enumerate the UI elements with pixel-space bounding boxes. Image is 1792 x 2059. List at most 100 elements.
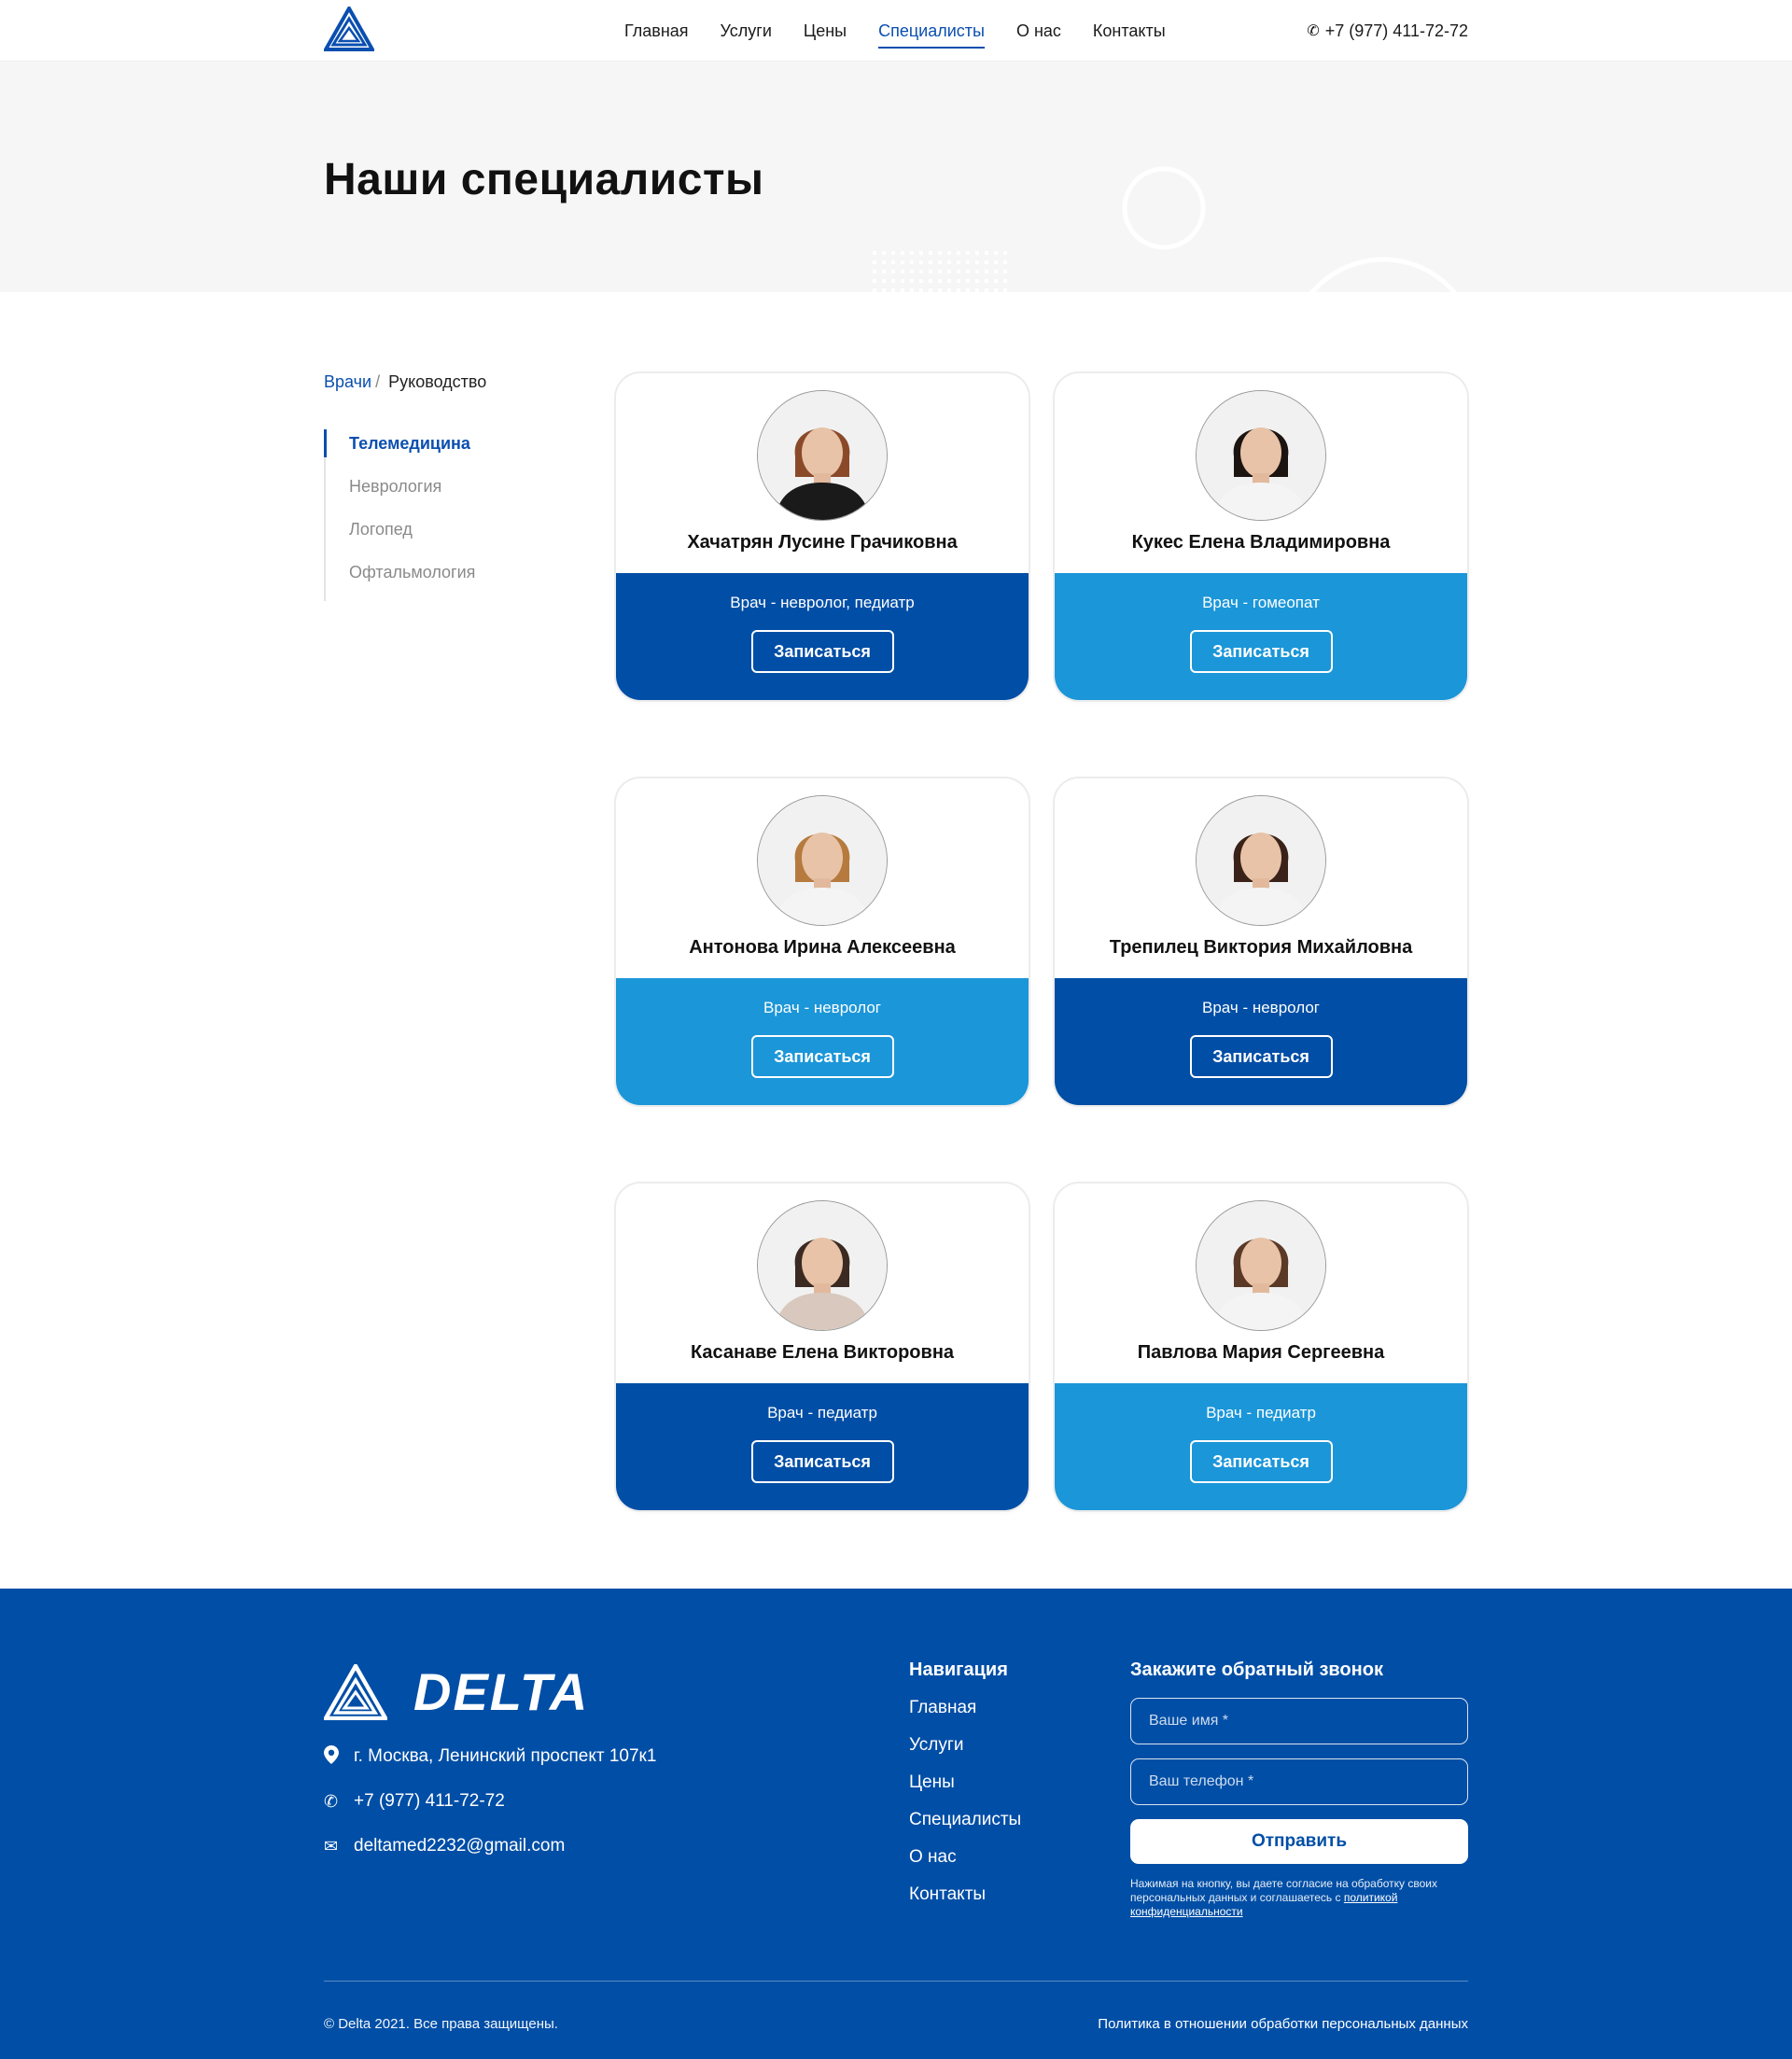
sidebar: Врачи / Руководство Телемедицина Невролог… [324, 357, 616, 1510]
doctor-card-footer: Врач - гомеопат Записаться [1055, 573, 1467, 700]
delta-logo-icon [324, 1663, 387, 1720]
nav-services[interactable]: Услуги [721, 14, 772, 49]
doctor-role: Врач - невролог, педиатр [730, 594, 915, 611]
doctor-card: Хачатрян Лусине Грачиковна Врач - невроло… [616, 373, 1029, 700]
personal-data-policy-link[interactable]: Политика в отношении обработки персональ… [1098, 2016, 1468, 2032]
footer-contacts: г. Москва, Ленинский проспект 107к1 ✆ +7… [324, 1744, 657, 1880]
book-appointment-button[interactable]: Записаться [1189, 630, 1333, 673]
doctor-photo [1196, 795, 1326, 926]
footer-nav-contacts[interactable]: Контакты [909, 1884, 1021, 1905]
category-speech-therapist[interactable]: Логопед [326, 515, 616, 558]
book-appointment-button[interactable]: Записаться [750, 1035, 894, 1078]
page-title: Наши специалисты [324, 155, 764, 204]
doctor-card-footer: Врач - педиатр Записаться [1055, 1383, 1467, 1510]
doctor-card-header: Касанаве Елена Викторовна [616, 1184, 1029, 1383]
footer-brand-name: DELTA [413, 1662, 590, 1721]
book-appointment-button[interactable]: Записаться [750, 630, 894, 673]
header-phone-number: +7 (977) 411-72-72 [1324, 21, 1468, 40]
breadcrumb-doctors-link[interactable]: Врачи [324, 372, 371, 391]
breadcrumb-current: Руководство [388, 372, 487, 391]
nav-home[interactable]: Главная [624, 14, 689, 49]
footer-divider [324, 1981, 1468, 1982]
doctor-photo [757, 795, 888, 926]
footer-email[interactable]: ✉ deltamed2232@gmail.com [324, 1835, 656, 1857]
logo-link[interactable] [322, 4, 376, 56]
footer-nav-prices[interactable]: Цены [909, 1772, 1021, 1793]
mail-icon: ✉ [324, 1836, 339, 1856]
doctor-portrait-icon [1197, 796, 1325, 925]
footer-nav-services[interactable]: Услуги [909, 1735, 1021, 1756]
doctor-role: Врач - педиатр [767, 1404, 877, 1422]
location-pin-icon [324, 1744, 354, 1769]
footer-nav-specialists[interactable]: Специалисты [909, 1810, 1021, 1830]
footer-nav: Навигация Главная Услуги Цены Специалист… [909, 1660, 1021, 1922]
book-appointment-button[interactable]: Записаться [1189, 1035, 1333, 1078]
doctor-card-footer: Врач - педиатр Записаться [616, 1383, 1029, 1510]
book-appointment-button[interactable]: Записаться [750, 1440, 894, 1483]
page-hero: Наши специалисты [0, 62, 1792, 292]
doctor-portrait-icon [758, 1201, 887, 1330]
consent-note: Нажимая на кнопку, вы даете согласие на … [1130, 1877, 1468, 1919]
doctor-card-header: Кукес Елена Владимировна [1055, 373, 1467, 573]
nav-prices[interactable]: Цены [804, 14, 847, 49]
doctor-portrait-icon [1197, 391, 1325, 520]
footer-email-text: deltamed2232@gmail.com [354, 1836, 566, 1856]
doctor-name: Кукес Елена Владимировна [1131, 532, 1391, 553]
header-phone-link[interactable]: ✆ +7 (977) 411-72-72 [1307, 21, 1468, 41]
doctor-name: Хачатрян Лусине Грачиковна [687, 532, 958, 553]
copyright: © Delta 2021. Все права защищены. [324, 2016, 558, 2032]
book-appointment-button[interactable]: Записаться [1189, 1440, 1333, 1483]
breadcrumb: Врачи / Руководство [324, 372, 616, 392]
callback-form-title: Закажите обратный звонок [1130, 1660, 1383, 1680]
doctor-card-header: Антонова Ирина Алексеевна [616, 778, 1029, 978]
nav-specialists[interactable]: Специалисты [878, 14, 985, 49]
doctor-role: Врач - педиатр [1206, 1404, 1316, 1422]
site-header: Главная Услуги Цены Специалисты О нас Ко… [0, 0, 1792, 62]
site-footer: DELTA г. Москва, Ленинский проспект 107к… [0, 1589, 1792, 2059]
phone-icon: ✆ [1307, 23, 1320, 39]
category-neurology[interactable]: Неврология [326, 472, 616, 515]
footer-nav-title: Навигация [909, 1660, 1008, 1680]
doctor-card: Касанаве Елена Викторовна Врач - педиатр З… [616, 1184, 1029, 1510]
breadcrumb-separator: / [375, 372, 381, 391]
doctor-name: Павлова Мария Сергеевна [1137, 1342, 1385, 1363]
doctor-name: Касанаве Елена Викторовна [690, 1342, 955, 1363]
doctor-photo [1196, 1200, 1326, 1331]
footer-nav-home[interactable]: Главная [909, 1698, 1021, 1718]
doctor-card-header: Трепилец Виктория Михайловна [1055, 778, 1467, 978]
phone-input[interactable] [1130, 1758, 1468, 1805]
doctor-card-header: Хачатрян Лусине Грачиковна [616, 373, 1029, 573]
nav-about[interactable]: О нас [1016, 14, 1061, 49]
doctor-card: Трепилец Виктория Михайловна Врач - невро… [1055, 778, 1467, 1105]
footer-address: г. Москва, Ленинский проспект 107к1 [324, 1744, 657, 1769]
doctor-role: Врач - невролог [763, 999, 881, 1016]
doctor-card-footer: Врач - невролог Записаться [616, 978, 1029, 1105]
delta-logo-icon [322, 4, 376, 51]
hero-decoration [873, 166, 1458, 292]
doctor-card-footer: Врач - невролог, педиатр Записаться [616, 573, 1029, 700]
doctor-photo [1196, 390, 1326, 521]
footer-address-text: г. Москва, Ленинский проспект 107к1 [354, 1746, 657, 1766]
doctor-photo [757, 390, 888, 521]
callback-form: Закажите обратный звонок Отправить Нажим… [1130, 1660, 1468, 1919]
doctor-portrait-icon [1197, 1201, 1325, 1330]
doctor-grid: Хачатрян Лусине Грачиковна Врач - невроло… [616, 373, 1467, 1510]
doctor-role: Врач - гомеопат [1202, 594, 1320, 611]
name-input[interactable] [1130, 1698, 1468, 1744]
doctor-name: Трепилец Виктория Михайловна [1109, 937, 1413, 958]
category-ophthalmology[interactable]: Офтальмология [326, 558, 616, 601]
submit-button[interactable]: Отправить [1130, 1819, 1468, 1864]
footer-phone[interactable]: ✆ +7 (977) 411-72-72 [324, 1790, 656, 1813]
main-nav: Главная Услуги Цены Специалисты О нас Ко… [624, 0, 1197, 62]
category-list: Телемедицина Неврология Логопед Офтальмо… [324, 429, 616, 601]
doctor-role: Врач - невролог [1201, 999, 1320, 1016]
doctor-card: Кукес Елена Владимировна Врач - гомеопат З… [1055, 373, 1467, 700]
footer-nav-about[interactable]: О нас [909, 1847, 1021, 1868]
category-telemedicine[interactable]: Телемедицина [324, 429, 616, 472]
footer-phone-text: +7 (977) 411-72-72 [354, 1791, 505, 1811]
doctor-portrait-icon [758, 796, 887, 925]
phone-icon: ✆ [324, 1791, 339, 1811]
doctor-card: Павлова Мария Сергеевна Врач - педиатр Зап… [1055, 1184, 1467, 1510]
nav-contacts[interactable]: Контакты [1093, 14, 1166, 49]
specialists-section: Врачи / Руководство Телемедицина Невролог… [0, 292, 1792, 1589]
